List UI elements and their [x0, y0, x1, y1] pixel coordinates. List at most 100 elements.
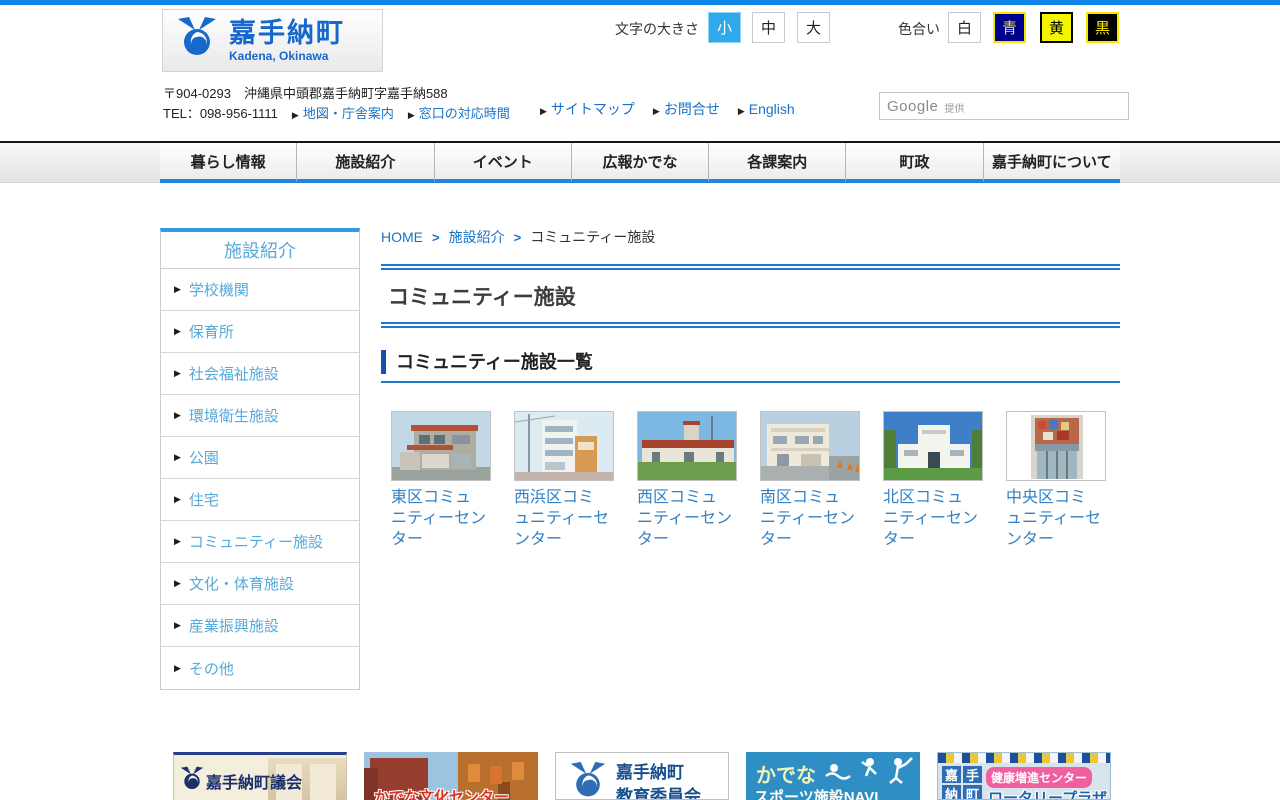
- english-link[interactable]: ▶English: [738, 101, 795, 117]
- sidebar-title: 施設紹介: [161, 232, 359, 269]
- facility-photo-nishihama: [514, 411, 614, 481]
- page-title-block: コミュニティー施設: [381, 264, 1120, 328]
- sidebar-item-industry-promotion[interactable]: ▶産業振興施設: [161, 605, 359, 647]
- top-accent-bar: [0, 0, 1280, 5]
- facility-card-east[interactable]: 東区コミュ ニティーセン ター: [391, 411, 491, 550]
- footer-banner-list: 嘉手納町議会 かでな文化センター 嘉手納町 教育委員会 かでな: [173, 752, 1111, 800]
- color-blue-button[interactable]: 青: [993, 12, 1026, 43]
- arrow-icon: ▶: [174, 368, 181, 379]
- google-logo: Google: [887, 98, 938, 115]
- arrow-icon: ▶: [540, 106, 547, 116]
- color-black-button[interactable]: 黒: [1086, 12, 1119, 43]
- main-navigation: 暮らし情報 施設紹介 イベント 広報かでな 各課案内 町政 嘉手納町について: [0, 141, 1280, 183]
- page-title: コミュニティー施設: [388, 281, 1120, 311]
- page: 嘉手納町 Kadena, Okinawa 文字の大きさ 小 中 大 色合い 白 …: [0, 0, 1280, 800]
- postal-address: 〒904-0293 沖縄県中頭郡嘉手納町字嘉手納588: [163, 83, 448, 102]
- sidebar-item-environmental-health[interactable]: ▶環境衛生施設: [161, 395, 359, 437]
- google-provider-note: 提供: [944, 100, 964, 115]
- color-yellow-button[interactable]: 黄: [1040, 12, 1073, 43]
- sidebar-item-nursery[interactable]: ▶保育所: [161, 311, 359, 353]
- arrow-icon: ▶: [174, 284, 181, 295]
- facility-card-nishihama[interactable]: 西浜区コミ ュニティーセ ンター: [514, 411, 614, 550]
- arrow-icon: ▶: [174, 663, 181, 674]
- pennant-flags-image: [938, 753, 1111, 763]
- facility-link-south: 南区コミュ ニティーセン ター: [760, 487, 860, 550]
- facility-link-east: 東区コミュ ニティーセン ター: [391, 487, 491, 550]
- color-scheme-label: 色合い: [898, 19, 940, 39]
- facility-link-central: 中央区コミ ュニティーセ ンター: [1006, 487, 1106, 550]
- banner-sports-navi[interactable]: かでな スポーツ施設NAVI: [746, 752, 920, 800]
- facility-card-west[interactable]: 西区コミュ ニティーセン ター: [637, 411, 737, 550]
- arrow-icon: ▶: [174, 494, 181, 505]
- facility-photo-central: [1006, 411, 1106, 481]
- arrow-icon: ▶: [653, 106, 660, 116]
- font-size-label: 文字の大きさ: [615, 19, 699, 39]
- color-white-button[interactable]: 白: [948, 12, 981, 43]
- facility-card-south[interactable]: 南区コミュ ニティーセン ター: [760, 411, 860, 550]
- sidebar-item-housing[interactable]: ▶住宅: [161, 479, 359, 521]
- rotary-plaza-label: ロータリープラザ: [988, 787, 1107, 800]
- sports-pictogram-icons: [824, 756, 914, 784]
- banner-town-council[interactable]: 嘉手納町議会: [173, 752, 347, 800]
- banner-education-line1: 嘉手納町: [616, 761, 701, 785]
- nav-tab-about-kadena[interactable]: 嘉手納町について: [983, 143, 1120, 183]
- nav-tab-events[interactable]: イベント: [434, 143, 571, 183]
- breadcrumb-facilities-link[interactable]: 施設紹介: [449, 227, 505, 247]
- chevron-right-icon: >: [432, 230, 440, 245]
- sidebar-item-schools[interactable]: ▶学校機関: [161, 269, 359, 311]
- font-size-small-button[interactable]: 小: [708, 12, 741, 43]
- banner-rotary-plaza[interactable]: 嘉 手 納 町 健康増進センター ロータリープラザ: [937, 752, 1111, 800]
- arrow-icon: ▶: [408, 110, 415, 120]
- health-center-badge: 健康増進センター: [986, 767, 1092, 788]
- nav-tab-public-relations[interactable]: 広報かでな: [571, 143, 708, 183]
- facility-link-north: 北区コミュ ニティーセン ター: [883, 487, 983, 550]
- arrow-icon: ▶: [174, 620, 181, 631]
- facility-photo-south: [760, 411, 860, 481]
- nav-tab-departments[interactable]: 各課案内: [708, 143, 845, 183]
- banner-culture-center[interactable]: かでな文化センター: [364, 752, 538, 800]
- chevron-right-icon: >: [514, 230, 522, 245]
- section-title: コミュニティー施設一覧: [381, 350, 1120, 374]
- sidebar-item-parks[interactable]: ▶公園: [161, 437, 359, 479]
- kadena-bird-icon: [175, 16, 219, 65]
- facility-photo-west: [637, 411, 737, 481]
- breadcrumb-home-link[interactable]: HOME: [381, 229, 423, 245]
- sidebar-item-community-facilities[interactable]: ▶コミュニティー施設: [161, 521, 359, 563]
- breadcrumb-current: コミュニティー施設: [530, 227, 655, 247]
- banner-sports-line2: スポーツ施設NAVI: [754, 786, 878, 800]
- arrow-icon: ▶: [738, 106, 745, 116]
- sidebar-item-culture-sports[interactable]: ▶文化・体育施設: [161, 563, 359, 605]
- nav-tab-town-government[interactable]: 町政: [845, 143, 982, 183]
- contact-link[interactable]: ▶お問合せ: [653, 99, 720, 119]
- tel-number: TEL：098-956-1111: [163, 103, 278, 122]
- banner-culture-label: かでな文化センター: [374, 786, 509, 800]
- arrow-icon: ▶: [174, 536, 181, 547]
- sidebar-facilities-menu: 施設紹介 ▶学校機関 ▶保育所 ▶社会福祉施設 ▶環境衛生施設 ▶公園 ▶住宅 …: [160, 228, 360, 690]
- site-logo[interactable]: 嘉手納町 Kadena, Okinawa: [162, 9, 383, 72]
- sidebar-item-social-welfare[interactable]: ▶社会福祉施設: [161, 353, 359, 395]
- facility-link-nishihama: 西浜区コミ ュニティーセ ンター: [514, 487, 614, 550]
- banner-board-of-education[interactable]: 嘉手納町 教育委員会: [555, 752, 729, 800]
- facility-card-central[interactable]: 中央区コミ ュニティーセ ンター: [1006, 411, 1106, 550]
- map-office-link[interactable]: ▶地図・庁舎案内: [292, 103, 394, 122]
- facility-photo-east: [391, 411, 491, 481]
- nav-tab-living-info[interactable]: 暮らし情報: [160, 143, 296, 183]
- office-hours-link[interactable]: ▶窓口の対応時間: [408, 103, 510, 122]
- facility-link-west: 西区コミュ ニティーセン ター: [637, 487, 737, 550]
- sitemap-link[interactable]: ▶サイトマップ: [540, 99, 635, 119]
- font-size-medium-button[interactable]: 中: [752, 12, 785, 43]
- arrow-icon: ▶: [174, 578, 181, 589]
- section-heading-block: コミュニティー施設一覧: [381, 347, 1120, 383]
- arrow-icon: ▶: [174, 452, 181, 463]
- site-subtitle: Kadena, Okinawa: [229, 49, 345, 63]
- arrow-icon: ▶: [292, 110, 299, 120]
- arrow-icon: ▶: [174, 326, 181, 337]
- banner-education-line2: 教育委員会: [616, 785, 701, 800]
- font-size-large-button[interactable]: 大: [797, 12, 830, 43]
- nav-tab-facilities[interactable]: 施設紹介: [296, 143, 433, 183]
- facility-card-north[interactable]: 北区コミュ ニティーセン ター: [883, 411, 983, 550]
- sidebar-item-other[interactable]: ▶その他: [161, 647, 359, 689]
- kadena-town-vertical-label: 嘉 手 納 町: [942, 766, 982, 800]
- search-input[interactable]: Google 提供: [879, 92, 1129, 120]
- banner-council-label: 嘉手納町議会: [206, 769, 302, 793]
